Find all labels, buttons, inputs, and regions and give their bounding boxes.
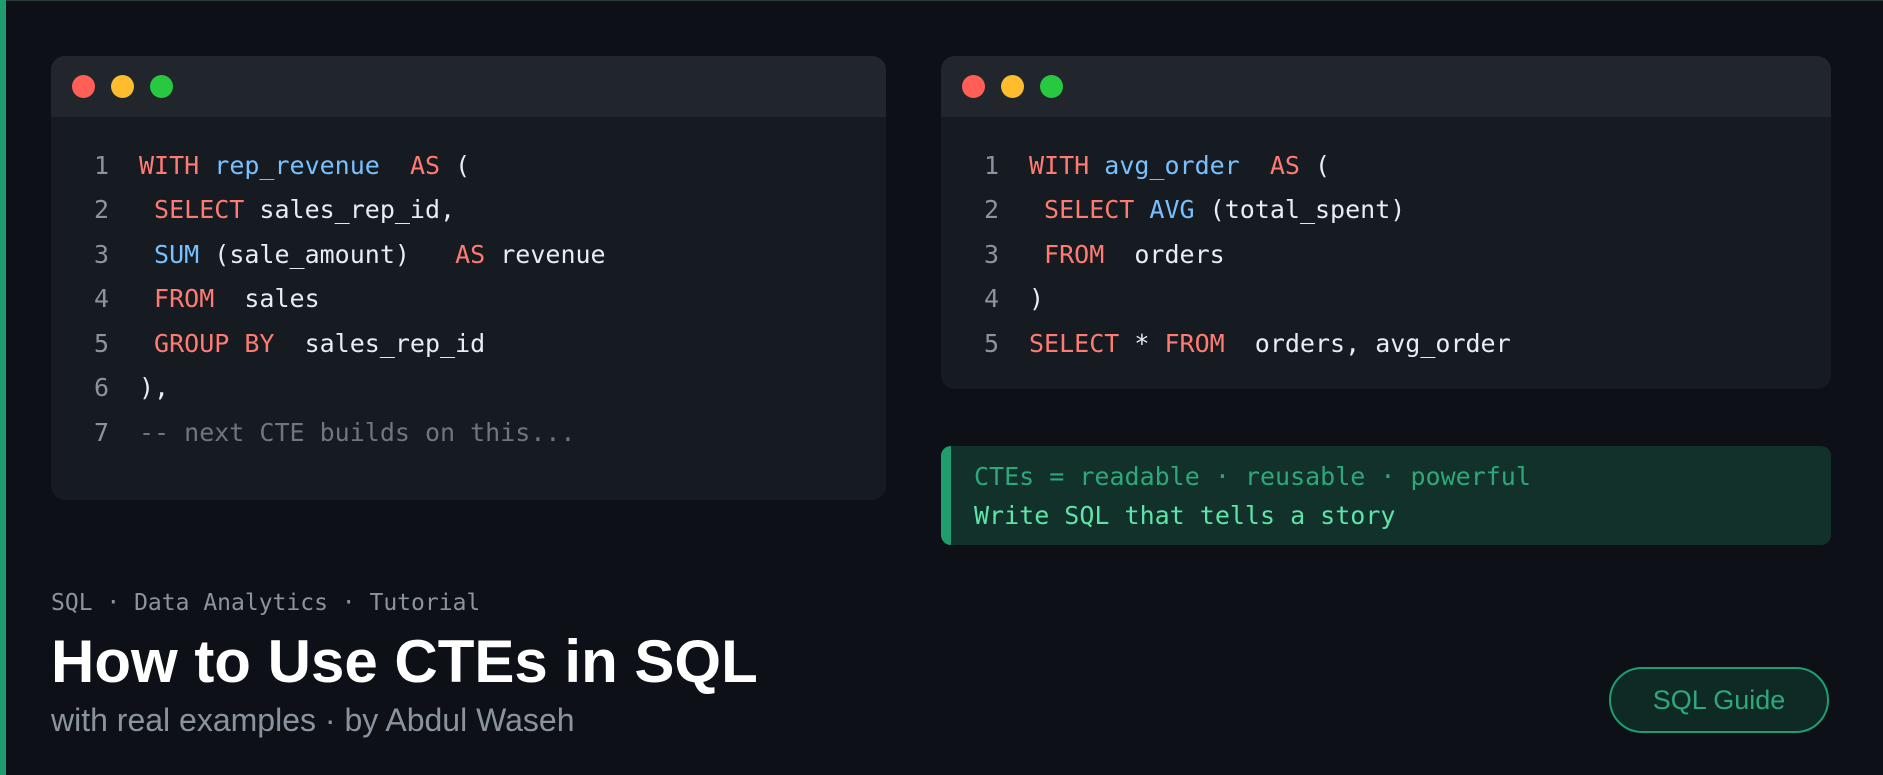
code-token: SELECT [1029,328,1135,358]
callout-accent-bar [941,446,951,545]
minimize-dot-icon[interactable] [111,75,134,98]
code-line: 5 GROUP BY sales_rep_id [51,321,886,366]
code-token: SELECT [139,195,260,225]
line-number: 5 [983,328,999,358]
code-token: (sale_amount) [214,239,456,269]
code-token: ), [139,373,170,403]
code-token: AS [409,150,456,180]
close-dot-icon[interactable] [72,75,95,98]
code-window-right: 1 WITH avg_order AS (2 SELECT AVG (total_… [941,56,1831,389]
maximize-dot-icon[interactable] [150,75,173,98]
code-token: AVG [1149,195,1210,225]
code-token: rep_revenue [214,150,410,180]
page-title: How to Use CTEs in SQL [51,628,758,695]
code-token: orders [1134,239,1225,269]
callout-note: CTEs = readable · reusable · powerful Wr… [941,446,1831,545]
window-titlebar [941,56,1831,117]
code-token: sales_rep_id, [259,195,456,225]
maximize-dot-icon[interactable] [1040,75,1063,98]
code-token: ( [455,150,471,180]
code-token: orders, avg_order [1254,328,1511,358]
line-number: 7 [93,417,109,447]
sql-guide-badge[interactable]: SQL Guide [1609,667,1829,733]
code-token: (total_spent) [1209,195,1406,225]
code-line: 4 FROM sales [51,277,886,322]
callout-tagline: CTEs = readable · reusable · powerful [974,462,1531,491]
code-block: 1 WITH avg_order AS (2 SELECT AVG (total_… [941,117,1831,366]
code-line: 1 WITH avg_order AS ( [941,143,1831,188]
code-line: 2 SELECT AVG (total_spent) [941,188,1831,233]
line-number: 4 [93,284,109,314]
code-token: ( [1315,150,1331,180]
code-token: FROM [1029,239,1135,269]
code-line: 3 SUM (sale_amount) AS revenue [51,232,886,277]
code-token: FROM [1164,328,1255,358]
code-line: 6), [51,366,886,411]
line-number: 2 [983,195,999,225]
code-token: sales [244,284,320,314]
line-number: 2 [93,195,109,225]
line-number: 3 [93,239,109,269]
code-window-left: 1 WITH rep_revenue AS (2 SELECT sales_rep… [51,56,886,500]
line-number: 1 [93,150,109,180]
page-subtitle: with real examples · by Abdul Waseh [51,702,575,738]
callout-message: Write SQL that tells a story [974,501,1396,530]
code-line: 4) [941,277,1831,322]
code-block: 1 WITH rep_revenue AS (2 SELECT sales_rep… [51,117,886,455]
code-token: sales_rep_id [304,328,486,358]
line-number: 5 [93,328,109,358]
code-line: 2 SELECT sales_rep_id, [51,188,886,233]
code-token: SELECT [1029,195,1150,225]
code-token: WITH [1029,150,1105,180]
code-token: revenue [500,239,606,269]
code-token: ) [1029,284,1045,314]
code-token: WITH [139,150,215,180]
code-token: -- next CTE builds on this... [139,417,576,447]
minimize-dot-icon[interactable] [1001,75,1024,98]
code-token: AS [455,239,501,269]
left-accent-bar [0,0,6,775]
line-number: 3 [983,239,999,269]
close-dot-icon[interactable] [962,75,985,98]
code-line: 7 -- next CTE builds on this... [51,410,886,455]
code-token: avg_order [1104,150,1270,180]
line-number: 6 [93,373,109,403]
code-token: AS [1269,150,1315,180]
code-line: 5 SELECT * FROM orders, avg_order [941,321,1831,366]
window-titlebar [51,56,886,117]
line-number: 1 [983,150,999,180]
line-number: 4 [983,284,999,314]
code-line: 3 FROM orders [941,232,1831,277]
code-token: * [1134,328,1165,358]
code-token: FROM [139,284,245,314]
topic-tags: SQL · Data Analytics · Tutorial [51,590,481,616]
code-token: GROUP BY [139,328,305,358]
code-line: 1 WITH rep_revenue AS ( [51,143,886,188]
code-token: SUM [139,239,215,269]
top-divider [0,0,1883,1]
